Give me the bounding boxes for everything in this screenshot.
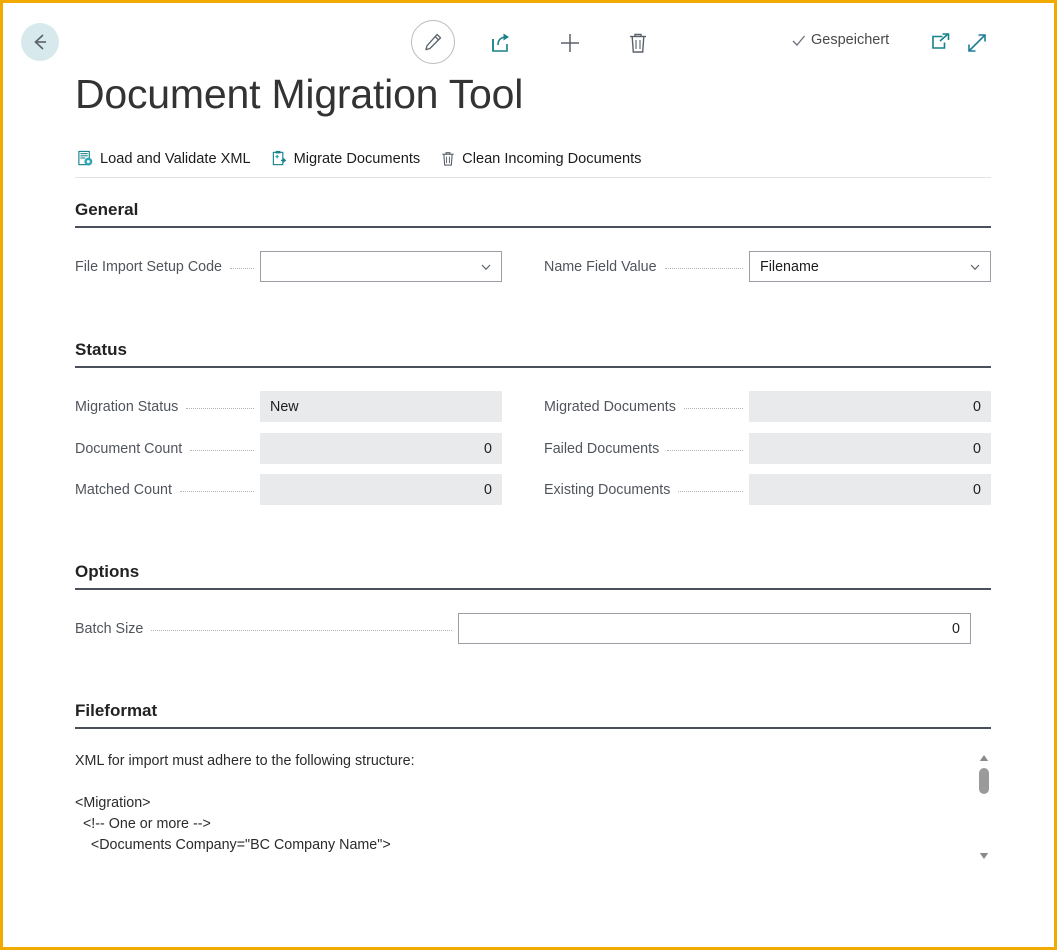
leader-dots — [151, 621, 452, 631]
saved-status-label: Gespeichert — [811, 32, 889, 48]
section-divider — [75, 588, 991, 590]
expand-button[interactable] — [965, 31, 989, 55]
action-bar: Load and Validate XML Migrate Documents … — [75, 140, 991, 178]
share-icon — [489, 31, 513, 55]
field-value: 0 — [270, 482, 492, 498]
document-count-value-box: 0 — [260, 433, 502, 464]
trash-icon — [440, 150, 456, 167]
file-import-setup-code-dropdown[interactable] — [260, 251, 502, 282]
fileformat-content-pane: XML for import must adhere to the follow… — [75, 751, 991, 863]
scroll-up-button[interactable] — [977, 751, 991, 765]
field-value: 0 — [270, 441, 492, 457]
field-batch-size: Batch Size 0 — [75, 613, 971, 644]
leader-dots — [667, 441, 743, 451]
action-migrate-documents[interactable]: Migrate Documents — [269, 148, 423, 169]
field-existing-documents: Existing Documents 0 — [544, 474, 991, 505]
status-badge: Gespeichert — [791, 32, 889, 48]
leader-dots — [230, 259, 254, 269]
field-value: 0 — [759, 399, 981, 415]
field-value: 0 — [759, 482, 981, 498]
field-value: 0 — [469, 621, 960, 637]
field-label: File Import Setup Code — [75, 259, 222, 275]
trash-icon — [627, 31, 649, 55]
field-document-count: Document Count 0 — [75, 433, 502, 464]
field-label: Existing Documents — [544, 482, 670, 498]
plus-icon — [557, 30, 583, 56]
fileformat-scrollbar[interactable] — [977, 751, 991, 863]
chevron-down-icon — [479, 260, 493, 274]
page-title: Document Migration Tool — [75, 71, 523, 118]
leader-dots — [678, 482, 743, 492]
field-label: Migration Status — [75, 399, 178, 415]
field-matched-count: Matched Count 0 — [75, 474, 502, 505]
section-divider — [75, 226, 991, 228]
leader-dots — [190, 441, 254, 451]
batch-size-input[interactable]: 0 — [458, 613, 971, 644]
action-label: Migrate Documents — [294, 151, 421, 167]
action-label: Load and Validate XML — [100, 151, 251, 167]
field-migrated-documents: Migrated Documents 0 — [544, 391, 991, 422]
leader-dots — [180, 482, 254, 492]
field-label: Matched Count — [75, 482, 172, 498]
xml-document-settings-icon — [77, 150, 94, 167]
field-value: 0 — [759, 441, 981, 457]
scrollbar-thumb[interactable] — [979, 768, 989, 794]
section-title: General — [75, 200, 991, 226]
caret-down-icon — [979, 852, 989, 860]
migrated-documents-value-box: 0 — [749, 391, 991, 422]
migrate-clipboard-icon — [271, 150, 288, 167]
scroll-down-button[interactable] — [977, 849, 991, 863]
top-command-bar: Gespeichert — [6, 6, 1057, 68]
leader-dots — [186, 399, 254, 409]
section-title: Fileformat — [75, 701, 991, 727]
section-status-header: Status — [75, 340, 991, 368]
section-title: Status — [75, 340, 991, 366]
arrow-left-icon — [29, 31, 51, 53]
checkmark-icon — [791, 33, 806, 48]
delete-button[interactable] — [623, 28, 653, 58]
field-label: Migrated Documents — [544, 399, 676, 415]
name-field-value-dropdown[interactable]: Filename — [749, 251, 991, 282]
action-load-and-validate-xml[interactable]: Load and Validate XML — [75, 148, 253, 169]
existing-documents-value-box: 0 — [749, 474, 991, 505]
section-divider — [75, 727, 991, 729]
field-label: Document Count — [75, 441, 182, 457]
failed-documents-value-box: 0 — [749, 433, 991, 464]
field-label: Failed Documents — [544, 441, 659, 457]
leader-dots — [665, 259, 743, 269]
field-value: New — [270, 399, 492, 415]
section-divider — [75, 366, 991, 368]
field-migration-status: Migration Status New — [75, 391, 502, 422]
caret-up-icon — [979, 754, 989, 762]
migration-status-value-box: New — [260, 391, 502, 422]
section-title: Options — [75, 562, 991, 588]
section-fileformat-header: Fileformat — [75, 701, 991, 729]
application-window: Gespeichert Document Migration Tool — [0, 0, 1057, 950]
back-button[interactable] — [21, 23, 59, 61]
action-label: Clean Incoming Documents — [462, 151, 641, 167]
pencil-icon — [422, 31, 444, 53]
section-options-header: Options — [75, 562, 991, 590]
leader-dots — [684, 399, 743, 409]
field-file-import-setup-code: File Import Setup Code — [75, 251, 502, 282]
new-button[interactable] — [555, 28, 585, 58]
field-name-field-value: Name Field Value Filename — [544, 251, 991, 282]
field-label: Name Field Value — [544, 259, 657, 275]
section-general-header: General — [75, 200, 991, 228]
matched-count-value-box: 0 — [260, 474, 502, 505]
action-clean-incoming-documents[interactable]: Clean Incoming Documents — [438, 148, 643, 169]
open-in-new-window-icon — [928, 31, 952, 55]
open-in-new-window-button[interactable] — [928, 31, 952, 55]
edit-button[interactable] — [411, 20, 455, 64]
share-button[interactable] — [486, 28, 516, 58]
field-label: Batch Size — [75, 621, 143, 637]
chevron-down-icon — [968, 260, 982, 274]
expand-diagonal-icon — [965, 31, 989, 55]
dropdown-value: Filename — [760, 259, 962, 275]
field-failed-documents: Failed Documents 0 — [544, 433, 991, 464]
fileformat-body-text: XML for import must adhere to the follow… — [75, 751, 955, 856]
